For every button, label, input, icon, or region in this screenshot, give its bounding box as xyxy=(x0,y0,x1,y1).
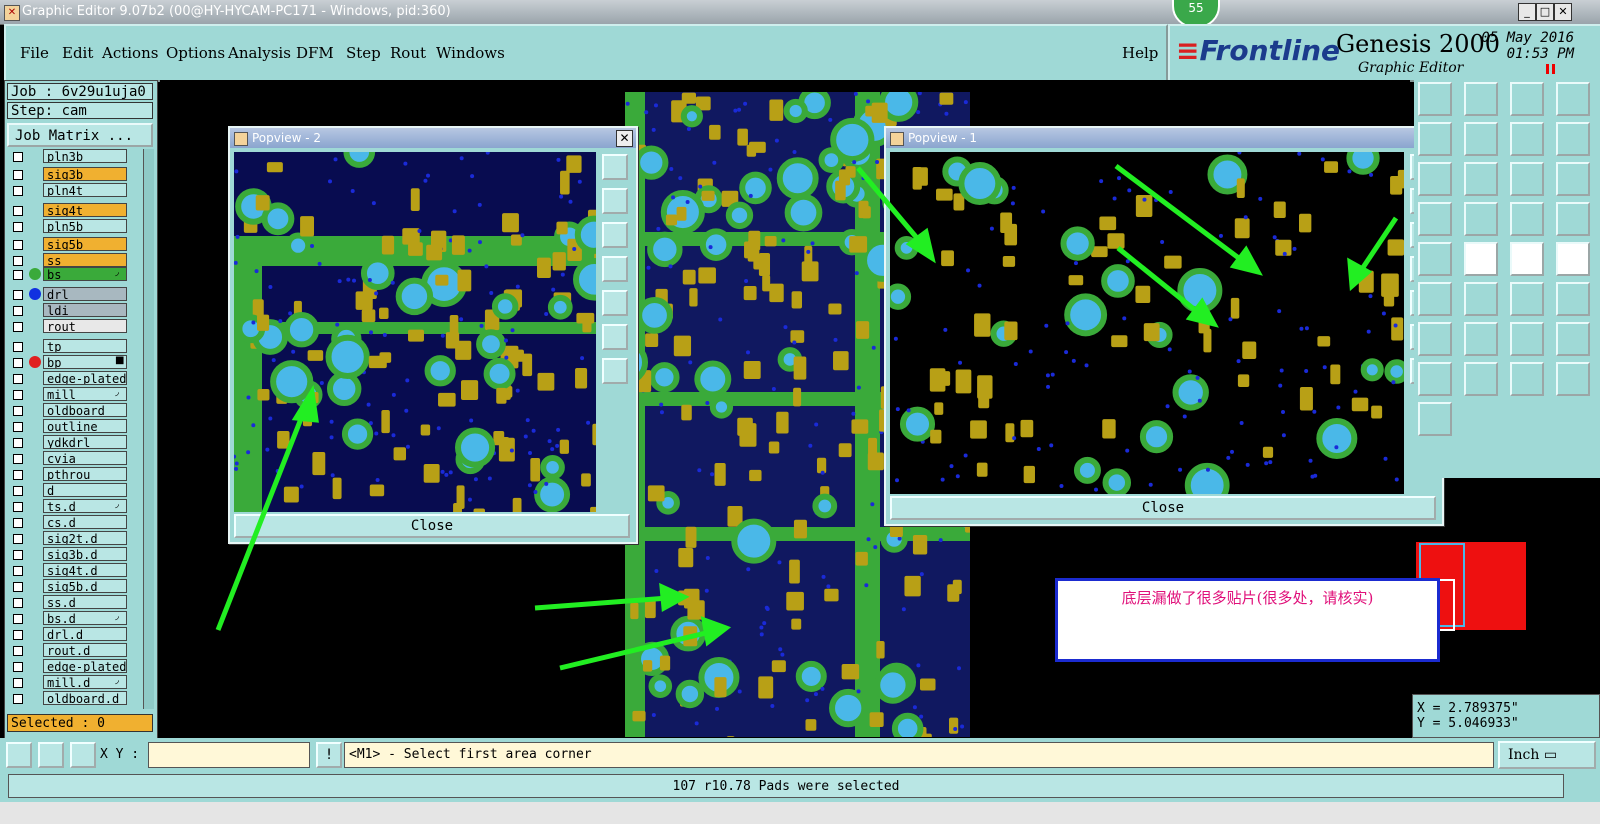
annotation-arrows xyxy=(215,164,1399,671)
units-select[interactable]: Inch ▭ xyxy=(1498,741,1596,769)
pin-icon[interactable] xyxy=(1464,322,1498,356)
arc-icon[interactable] xyxy=(1556,322,1590,356)
triangle-icon[interactable] xyxy=(1418,362,1452,396)
flip-icon[interactable] xyxy=(1510,282,1544,316)
rotate-icon[interactable] xyxy=(1464,282,1498,316)
route-icon[interactable] xyxy=(1510,122,1544,156)
status-message: 107 r10.78 Pads were selected xyxy=(8,774,1564,798)
cursor-coordinates: X = 2.789375" Y = 5.046933" xyxy=(1412,694,1600,738)
snap-icon[interactable] xyxy=(6,742,32,768)
dropdown-icon: ▭ xyxy=(1543,747,1558,763)
undo-icon[interactable] xyxy=(1418,122,1452,156)
window-icon[interactable] xyxy=(1556,82,1590,116)
angle-icon[interactable] xyxy=(38,742,64,768)
cursor-icon[interactable] xyxy=(1510,362,1544,396)
slot-icon[interactable] xyxy=(1556,282,1590,316)
redo-icon[interactable] xyxy=(1464,122,1498,156)
edit-icon[interactable] xyxy=(1510,322,1544,356)
scale-icon[interactable] xyxy=(1464,162,1498,196)
info-icon[interactable]: ! xyxy=(316,742,342,768)
help-icon[interactable] xyxy=(1510,162,1544,196)
overview-minimap[interactable] xyxy=(1412,530,1600,692)
xy-label: X Y : xyxy=(100,747,140,762)
taskbar-strip xyxy=(0,802,1600,824)
select-icon[interactable] xyxy=(1556,362,1590,396)
grid-icon[interactable] xyxy=(1556,162,1590,196)
cross-icon[interactable] xyxy=(1510,242,1544,276)
mirror-icon[interactable] xyxy=(1464,362,1498,396)
tool-palette xyxy=(1414,80,1600,478)
home-icon[interactable] xyxy=(1510,82,1544,116)
layers-icon[interactable] xyxy=(1556,122,1590,156)
grid-icon[interactable] xyxy=(70,742,96,768)
move-icon[interactable] xyxy=(1418,162,1452,196)
signal-icon[interactable] xyxy=(1464,202,1498,236)
shape-icon[interactable] xyxy=(1510,202,1544,236)
save-icon[interactable] xyxy=(1464,82,1498,116)
dot-icon[interactable] xyxy=(1418,242,1452,276)
open-icon[interactable] xyxy=(1418,82,1452,116)
review-note: 底层漏做了很多贴片(很多处，请核实) xyxy=(1055,578,1440,662)
measure-icon[interactable] xyxy=(1418,322,1452,356)
net-icon[interactable] xyxy=(1418,402,1452,436)
xy-input[interactable] xyxy=(148,742,310,768)
table-icon[interactable] xyxy=(1418,202,1452,236)
ruler-icon[interactable] xyxy=(1556,202,1590,236)
drill-icon[interactable] xyxy=(1556,242,1590,276)
pad-icon[interactable] xyxy=(1464,242,1498,276)
cursor-y: Y = 5.046933" xyxy=(1417,716,1519,731)
bottom-toolbar: X Y : ! <M1> - Select first area corner … xyxy=(0,738,1600,772)
prompt-line: <M1> - Select first area corner xyxy=(344,742,1494,768)
line-icon[interactable] xyxy=(1418,282,1452,316)
status-bar: 107 r10.78 Pads were selected xyxy=(0,772,1600,802)
cursor-x: X = 2.789375" xyxy=(1417,701,1519,716)
